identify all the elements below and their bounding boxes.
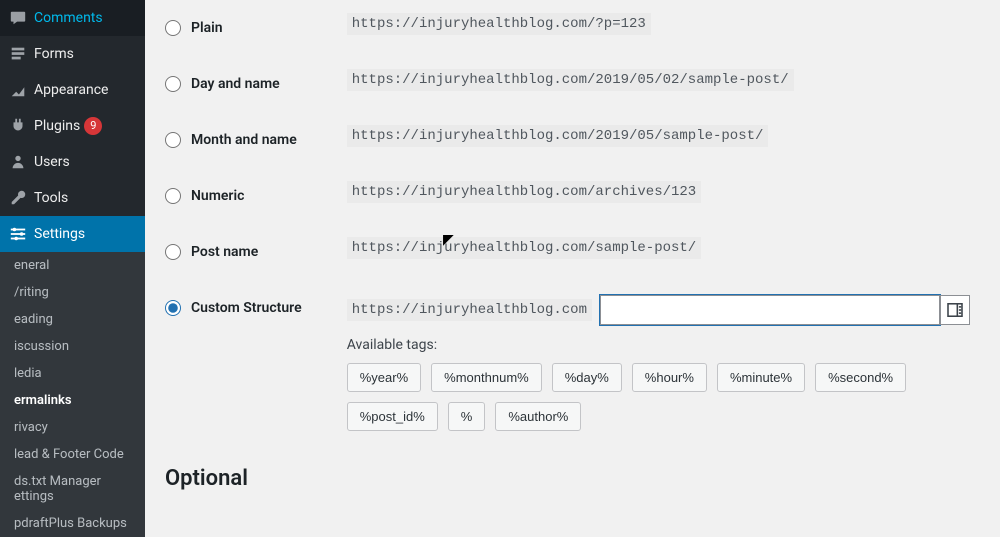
submenu-general[interactable]: eneral: [0, 252, 145, 279]
submenu-updraft[interactable]: pdraftPlus Backups: [0, 510, 145, 537]
tag-monthnum[interactable]: %monthnum%: [431, 363, 542, 392]
radio-day-name[interactable]: Day and name: [165, 76, 327, 92]
menu-label: Users: [34, 154, 70, 170]
radio-label: Day and name: [191, 76, 280, 92]
sidebar-item-comments[interactable]: Comments: [0, 0, 145, 36]
menu-label: Forms: [34, 46, 74, 62]
available-tags: %year% %monthnum% %day% %hour% %minute% …: [347, 363, 970, 431]
radio-label: Plain: [191, 20, 223, 36]
sidebar-item-forms[interactable]: Forms: [0, 36, 145, 72]
radio-month-name[interactable]: Month and name: [165, 132, 327, 148]
radio-label: Numeric: [191, 188, 244, 204]
tools-icon: [8, 188, 28, 208]
plugins-icon: [8, 116, 28, 136]
input-suffix-icon: [940, 295, 970, 325]
tag-author[interactable]: %author%: [495, 402, 581, 431]
sidebar-item-users[interactable]: Users: [0, 144, 145, 180]
radio-month-name-input[interactable]: [165, 132, 181, 148]
menu-label: Plugins: [34, 118, 80, 134]
submenu-permalinks[interactable]: ermalinks: [0, 387, 145, 414]
radio-custom[interactable]: Custom Structure: [165, 300, 327, 316]
radio-label: Post name: [191, 244, 258, 260]
option-row-custom: Custom Structure https://injuryhealthblo…: [165, 280, 980, 446]
submenu-writing[interactable]: /riting: [0, 279, 145, 306]
radio-post-name[interactable]: Post name: [165, 244, 327, 260]
radio-numeric-input[interactable]: [165, 188, 181, 204]
menu-label: Comments: [34, 10, 103, 26]
appearance-icon: [8, 80, 28, 100]
example-numeric: https://injuryhealthblog.com/archives/12…: [347, 181, 701, 203]
settings-icon: [8, 224, 28, 244]
admin-sidebar: Comments Forms Appearance Plugins 9 User…: [0, 0, 145, 513]
radio-label: Month and name: [191, 132, 297, 148]
example-post-name: https://injuryhealthblog.com/sample-post…: [347, 237, 701, 259]
submenu-media[interactable]: ledia: [0, 360, 145, 387]
permalink-options-table: Plain https://injuryhealthblog.com/?p=12…: [165, 0, 980, 446]
radio-day-name-input[interactable]: [165, 76, 181, 92]
plugin-update-badge: 9: [84, 117, 102, 135]
sidebar-item-plugins[interactable]: Plugins 9: [0, 108, 145, 144]
submenu-reading[interactable]: eading: [0, 306, 145, 333]
submenu-adstxt[interactable]: ds.txt Manager ettings: [0, 468, 145, 510]
tag-year[interactable]: %year%: [347, 363, 421, 392]
tag-postid[interactable]: %post_id%: [347, 402, 438, 431]
tag-second[interactable]: %second%: [815, 363, 906, 392]
menu-label: Settings: [34, 226, 85, 242]
forms-icon: [8, 44, 28, 64]
option-row-numeric: Numeric https://injuryhealthblog.com/arc…: [165, 168, 980, 224]
menu-label: Appearance: [34, 82, 108, 98]
custom-structure-input[interactable]: [600, 295, 940, 325]
example-plain: https://injuryhealthblog.com/?p=123: [347, 13, 651, 35]
radio-custom-input[interactable]: [165, 300, 181, 316]
section-optional-heading: Optional: [165, 466, 980, 491]
sidebar-item-settings[interactable]: Settings: [0, 216, 145, 252]
radio-plain[interactable]: Plain: [165, 20, 327, 36]
sidebar-item-tools[interactable]: Tools: [0, 180, 145, 216]
radio-label: Custom Structure: [191, 300, 302, 316]
tag-minute[interactable]: %minute%: [717, 363, 805, 392]
submenu-head-footer[interactable]: lead & Footer Code: [0, 441, 145, 468]
custom-url-prefix: https://injuryhealthblog.com: [347, 299, 592, 321]
tag-hour[interactable]: %hour%: [632, 363, 707, 392]
users-icon: [8, 152, 28, 172]
option-row-plain: Plain https://injuryhealthblog.com/?p=12…: [165, 0, 980, 56]
submenu-privacy[interactable]: rivacy: [0, 414, 145, 441]
main-content: Plain https://injuryhealthblog.com/?p=12…: [145, 0, 1000, 513]
submenu-discussion[interactable]: iscussion: [0, 333, 145, 360]
tag-partial[interactable]: %: [448, 402, 486, 431]
radio-plain-input[interactable]: [165, 20, 181, 36]
option-row-day-name: Day and name https://injuryhealthblog.co…: [165, 56, 980, 112]
example-day-name: https://injuryhealthblog.com/2019/05/02/…: [347, 69, 794, 91]
example-month-name: https://injuryhealthblog.com/2019/05/sam…: [347, 125, 769, 147]
sidebar-item-appearance[interactable]: Appearance: [0, 72, 145, 108]
radio-numeric[interactable]: Numeric: [165, 188, 327, 204]
settings-submenu: eneral /riting eading iscussion ledia er…: [0, 252, 145, 537]
menu-label: Tools: [34, 190, 68, 206]
option-row-post-name: Post name https://injuryhealthblog.com/s…: [165, 224, 980, 280]
comments-icon: [8, 8, 28, 28]
available-tags-label: Available tags:: [347, 337, 970, 353]
option-row-month-name: Month and name https://injuryhealthblog.…: [165, 112, 980, 168]
radio-post-name-input[interactable]: [165, 244, 181, 260]
tag-day[interactable]: %day%: [552, 363, 622, 392]
